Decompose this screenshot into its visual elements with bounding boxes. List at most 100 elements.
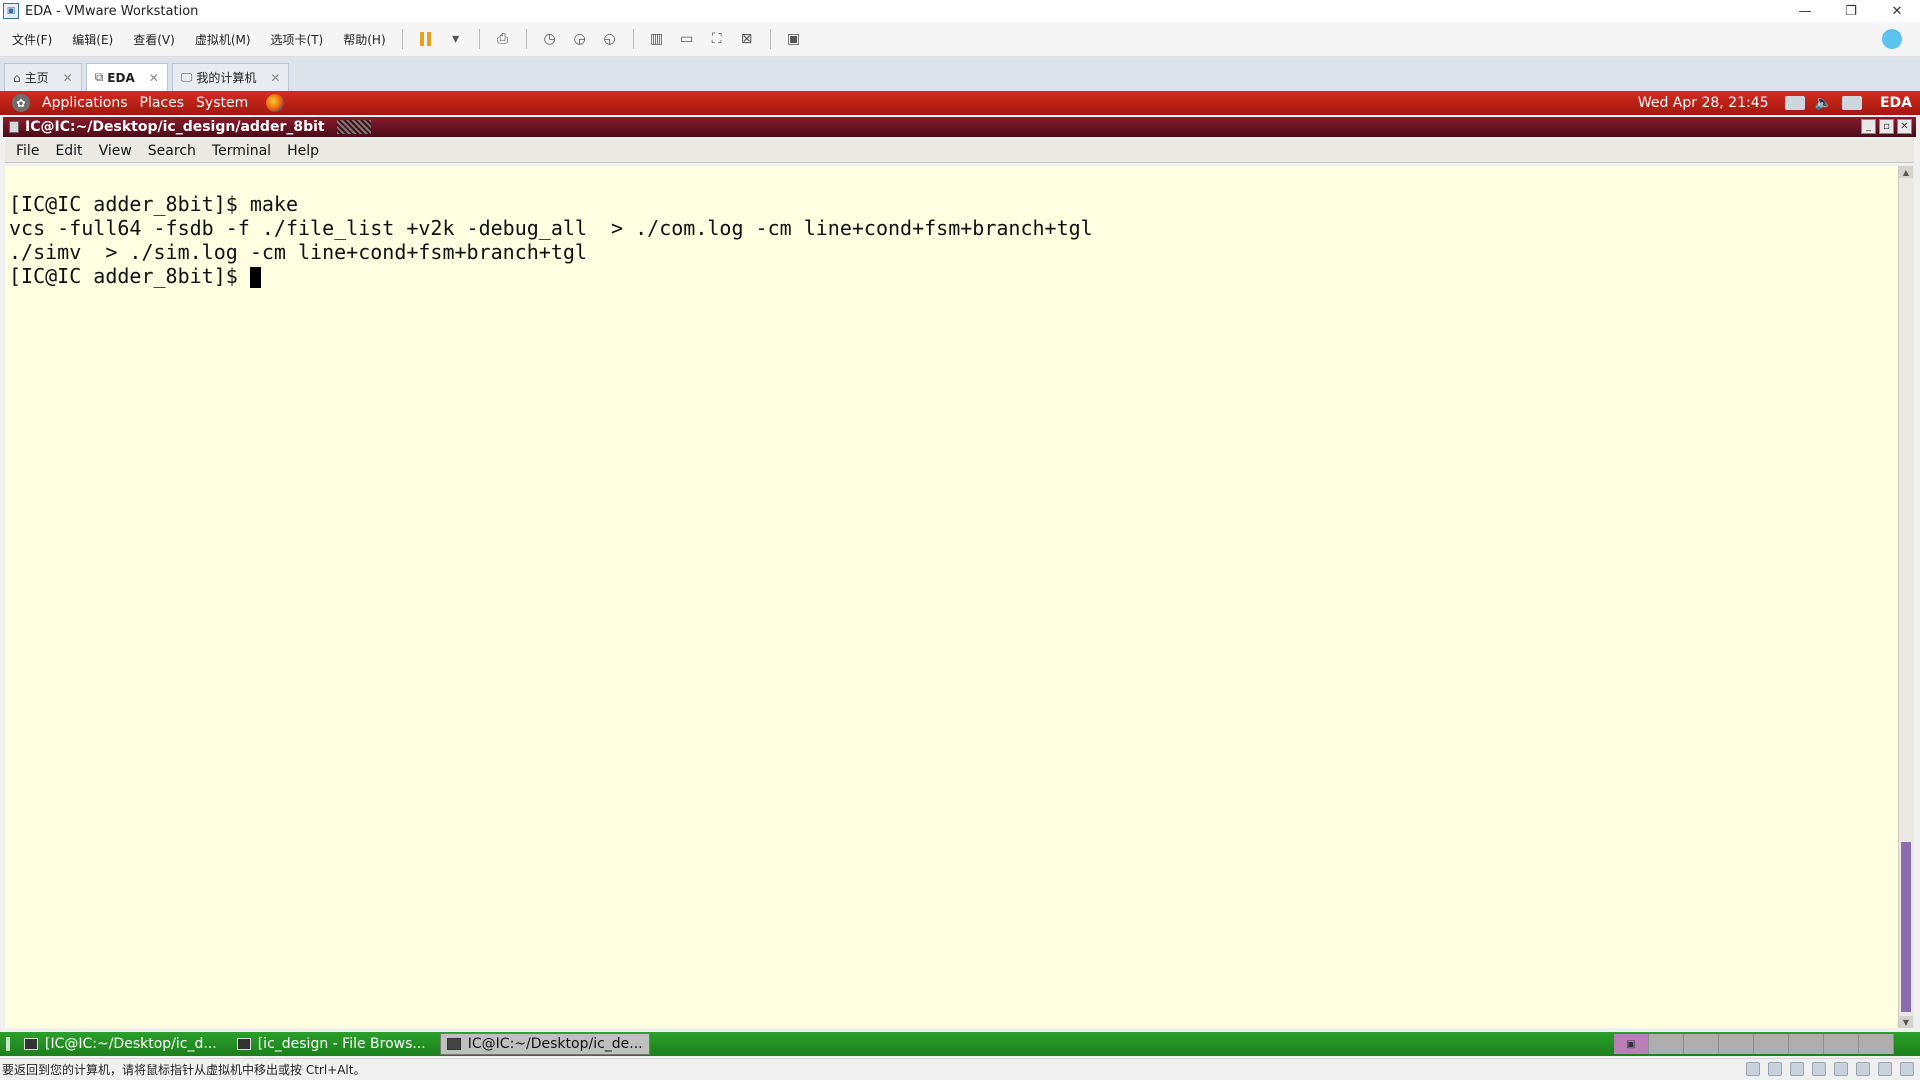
terminal-menubar: File Edit View Search Terminal Help — [5, 139, 1914, 163]
terminal-minimize-button[interactable]: _ — [1861, 119, 1876, 134]
restore-button[interactable]: ❐ — [1828, 0, 1874, 22]
text-cursor — [249, 267, 261, 288]
taskbar-item-label: IC@IC:~/Desktop/ic_de... — [467, 1036, 643, 1052]
workspace-6[interactable] — [1789, 1034, 1824, 1054]
terminal-menu-search[interactable]: Search — [148, 143, 196, 159]
show-library-button[interactable]: ▥ — [644, 26, 670, 52]
workspace-1[interactable]: ▣ — [1614, 1034, 1649, 1054]
close-icon[interactable]: ✕ — [270, 71, 280, 85]
terminal-line: ./simv > ./sim.log -cm line+cond+fsm+bra… — [9, 240, 587, 264]
thumbnail-icon: ▭ — [680, 31, 694, 47]
gnome-top-panel: ✿ Applications Places System Wed Apr 28,… — [0, 91, 1920, 115]
computer-icon: 🖵 — [180, 70, 193, 84]
vmware-menubar: 文件(F) 编辑(E) 查看(V) 虚拟机(M) 选项卡(T) 帮助(H) ▾ … — [0, 22, 1920, 57]
terminal-title: IC@IC:~/Desktop/ic_design/adder_8bit — [25, 119, 325, 135]
snapshot-manager-icon: ◵ — [603, 31, 616, 47]
menu-help[interactable]: 帮助(H) — [343, 31, 385, 48]
terminal-maximize-button[interactable]: ▫ — [1879, 119, 1894, 134]
workspace-3[interactable] — [1684, 1034, 1719, 1054]
close-icon[interactable]: ✕ — [63, 71, 73, 85]
workspace-7[interactable] — [1824, 1034, 1859, 1054]
panel-handle[interactable] — [6, 1037, 10, 1051]
taskbar-item-label: [IC@IC:~/Desktop/ic_d... — [45, 1036, 217, 1052]
revert-icon: ◶ — [573, 31, 586, 47]
terminal-window-icon[interactable] — [9, 121, 19, 133]
terminal-menu-file[interactable]: File — [16, 143, 39, 159]
menu-system[interactable]: System — [196, 95, 248, 111]
terminal-menu-terminal[interactable]: Terminal — [212, 143, 271, 159]
taskbar-item-terminal-2[interactable]: IC@IC:~/Desktop/ic_de... — [439, 1033, 650, 1055]
hard-disk-icon[interactable] — [1746, 1062, 1760, 1076]
sound-icon[interactable] — [1834, 1062, 1848, 1076]
usb-icon[interactable] — [1812, 1062, 1826, 1076]
unity-button[interactable]: ⊠ — [734, 26, 760, 52]
snapshot-manager-button[interactable]: ◵ — [597, 26, 623, 52]
close-button[interactable]: ✕ — [1874, 0, 1920, 22]
scroll-up-icon[interactable]: ▲ — [1899, 166, 1913, 178]
terminal-titlebar[interactable]: IC@IC:~/Desktop/ic_design/adder_8bit _ ▫… — [3, 117, 1916, 137]
send-ctrl-alt-del-button[interactable]: ⎙ — [490, 26, 516, 52]
terminal-output[interactable]: [IC@IC adder_8bit]$ make vcs -full64 -fsd… — [5, 166, 1898, 1028]
network-adapter-icon[interactable] — [1790, 1062, 1804, 1076]
minimize-button[interactable]: — — [1782, 0, 1828, 22]
revert-snapshot-button[interactable]: ◶ — [567, 26, 593, 52]
menu-edit[interactable]: 编辑(E) — [72, 31, 113, 48]
pause-button[interactable] — [413, 26, 439, 52]
pause-icon — [420, 32, 432, 46]
printer-icon[interactable] — [1856, 1062, 1870, 1076]
vmware-app-icon: ▣ — [3, 3, 19, 19]
library-icon: ▥ — [650, 31, 664, 47]
firefox-icon[interactable] — [266, 94, 285, 112]
tab-my-computer[interactable]: 🖵 我的计算机 ✕ — [171, 63, 290, 91]
toolbar-separator — [525, 29, 527, 49]
console-view-button[interactable]: ▣ — [781, 26, 807, 52]
scroll-down-icon[interactable]: ▼ — [1899, 1016, 1913, 1028]
terminal-prompt-line[interactable]: [IC@IC adder_8bit]$ — [9, 264, 1894, 288]
display-icon[interactable] — [1841, 96, 1862, 110]
terminal-scrollbar[interactable]: ▲ ▼ — [1898, 166, 1914, 1028]
taskbar-item-terminal-1[interactable]: [IC@IC:~/Desktop/ic_d... — [18, 1033, 223, 1055]
terminal-menu-edit[interactable]: Edit — [55, 143, 82, 159]
keyboard-icon: ⎙ — [497, 31, 509, 47]
workspace-4[interactable] — [1719, 1034, 1754, 1054]
vm-icon: ⧉ — [94, 70, 104, 84]
terminal-menu-help[interactable]: Help — [287, 143, 319, 159]
cd-drive-icon[interactable] — [1768, 1062, 1782, 1076]
tab-home[interactable]: ⌂ 主页 ✕ — [4, 63, 82, 91]
folder-icon — [236, 1038, 251, 1050]
scroll-thumb[interactable] — [1901, 842, 1911, 1012]
volume-icon[interactable]: 🔈 — [1815, 95, 1832, 111]
message-icon[interactable] — [1900, 1062, 1914, 1076]
terminal-menu-view[interactable]: View — [99, 143, 132, 159]
toolbar-separator — [769, 29, 771, 49]
menu-file[interactable]: 文件(F) — [12, 31, 52, 48]
menu-view[interactable]: 查看(V) — [133, 31, 175, 48]
gnome-foot-icon[interactable]: ✿ — [12, 94, 30, 112]
snapshot-button[interactable]: ◷ — [537, 26, 563, 52]
workspace-5[interactable] — [1754, 1034, 1789, 1054]
close-icon[interactable]: ✕ — [149, 71, 159, 85]
workspace-8[interactable] — [1859, 1034, 1894, 1054]
thumbnail-bar-button[interactable]: ▭ — [674, 26, 700, 52]
window-title: EDA - VMware Workstation — [25, 3, 199, 19]
display-status-icon[interactable] — [1878, 1062, 1892, 1076]
terminal-close-button[interactable]: ✕ — [1897, 119, 1912, 134]
toolbar-separator — [632, 29, 634, 49]
panel-clock[interactable]: Wed Apr 28, 21:45 — [1638, 95, 1769, 111]
network-icon[interactable] — [1784, 96, 1805, 110]
tab-eda[interactable]: ⧉ EDA ✕ — [85, 63, 168, 91]
menu-places[interactable]: Places — [140, 95, 185, 111]
titlebar-grip-icon — [336, 120, 371, 134]
menu-tabs[interactable]: 选项卡(T) — [271, 31, 324, 48]
console-view-icon: ▣ — [787, 31, 801, 47]
taskbar-item-file-browser[interactable]: [ic_design - File Brows... — [231, 1033, 432, 1055]
terminal-window-controls: _ ▫ ✕ — [1861, 119, 1912, 134]
fullscreen-button[interactable]: ⛶ — [704, 26, 730, 52]
power-dropdown-button[interactable]: ▾ — [443, 26, 469, 52]
status-circle-icon[interactable] — [1882, 29, 1902, 49]
tab-eda-label: EDA — [107, 70, 135, 85]
menu-applications[interactable]: Applications — [42, 95, 128, 111]
menu-vm[interactable]: 虚拟机(M) — [195, 31, 251, 48]
gnome-bottom-panel: [IC@IC:~/Desktop/ic_d... [ic_design - Fi… — [0, 1032, 1920, 1056]
workspace-2[interactable] — [1649, 1034, 1684, 1054]
